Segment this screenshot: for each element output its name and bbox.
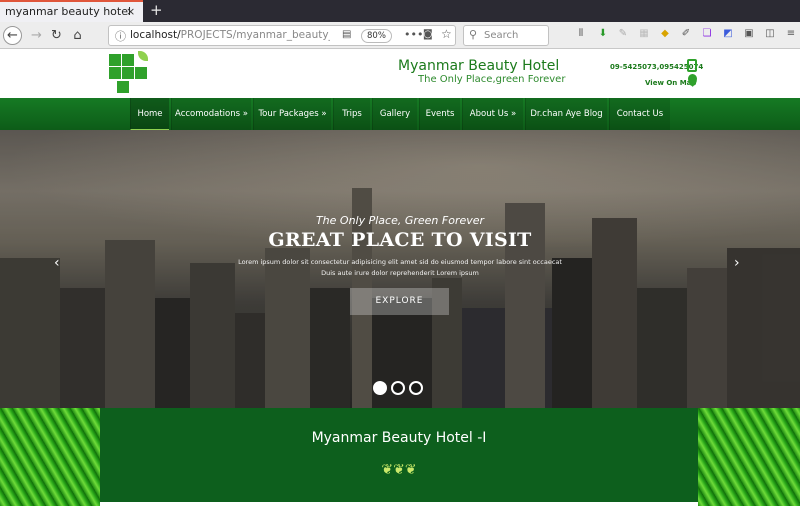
new-tab-button[interactable]: + xyxy=(150,1,163,19)
library-icon[interactable]: ⫴ xyxy=(575,28,587,40)
menu-icon[interactable]: ≡ xyxy=(785,28,797,40)
menu-events[interactable]: Events xyxy=(419,98,460,130)
palm-leaf-left xyxy=(0,408,100,506)
welcome-panel xyxy=(100,408,698,506)
menu-trips[interactable]: Trips xyxy=(333,98,370,130)
logo-square xyxy=(122,67,134,79)
url-text[interactable]: localhost/PROJECTS/myanmar_beauty_up xyxy=(130,29,330,41)
menu-tour-packages[interactable]: Tour Packages » xyxy=(253,98,331,130)
page-actions-icon[interactable]: ••• xyxy=(404,28,423,41)
url-host: localhost/ xyxy=(130,29,181,41)
slider-dot-2[interactable] xyxy=(391,381,405,395)
menu-contact-us[interactable]: Contact Us xyxy=(609,98,670,130)
slider-prev-icon[interactable]: ‹ xyxy=(54,255,60,271)
back-button[interactable]: ← xyxy=(3,26,22,45)
pen-extension-icon[interactable]: ✎ xyxy=(617,28,629,40)
logo-square xyxy=(109,54,121,66)
menu-home[interactable]: Home xyxy=(130,98,169,130)
logo-square xyxy=(122,54,134,66)
hotel-tagline: The Only Place,green Forever xyxy=(418,74,566,85)
explore-button[interactable]: EXPLORE xyxy=(350,288,449,315)
menu-gallery[interactable]: Gallery xyxy=(372,98,417,130)
tab-title: myanmar beauty hotel xyxy=(5,5,132,18)
eyedropper-extension-icon[interactable]: ✐ xyxy=(680,28,692,40)
search-bar[interactable]: ⚲ Search xyxy=(463,25,549,46)
hotel-logo[interactable] xyxy=(109,51,149,96)
screenshot-icon[interactable]: ▣ xyxy=(743,28,755,40)
section-title: Myanmar Beauty Hotel -I xyxy=(311,430,487,446)
phone-icon xyxy=(687,59,697,72)
hero-text-line-2: Duis aute irure dolor reprehenderit Lore… xyxy=(321,269,479,277)
info-icon[interactable]: ⓘ xyxy=(115,28,126,44)
hero-subtitle: The Only Place, Green Forever xyxy=(315,214,485,227)
sidebar-icon[interactable]: ◫ xyxy=(764,28,776,40)
logo-square xyxy=(117,81,129,93)
forward-button[interactable]: → xyxy=(27,26,46,45)
browser-tab-bar: myanmar beauty hotel × + xyxy=(0,0,800,22)
url-path: PROJECTS/myanmar_beauty_up xyxy=(180,29,330,41)
logo-square xyxy=(109,67,121,79)
hero-title: GREAT PLACE TO VISIT xyxy=(268,229,532,251)
shield-extension-icon[interactable]: ◆ xyxy=(659,28,671,40)
search-icon: ⚲ xyxy=(469,28,478,41)
home-button[interactable]: ⌂ xyxy=(68,26,87,45)
download-extension-icon[interactable]: ⬇ xyxy=(597,28,609,40)
reload-button[interactable]: ↻ xyxy=(47,26,66,45)
reader-view-icon[interactable]: ▤ xyxy=(342,29,351,40)
bookmark-star-icon[interactable]: ☆ xyxy=(441,27,452,41)
search-input[interactable]: Search xyxy=(484,30,518,41)
browser-nav-bar: ← → ↻ ⌂ ⓘ localhost/PROJECTS/myanmar_bea… xyxy=(0,22,800,49)
logo-square xyxy=(135,67,147,79)
url-bar[interactable]: ⓘ localhost/PROJECTS/myanmar_beauty_up ▤… xyxy=(108,25,456,46)
content-strip xyxy=(100,502,698,506)
browser-tab[interactable]: myanmar beauty hotel × xyxy=(0,0,143,22)
pocket-icon[interactable]: ◙ xyxy=(423,29,433,40)
ornament-divider: ❦❦❦ xyxy=(381,462,417,478)
tab-close-icon[interactable]: × xyxy=(126,5,135,18)
zoom-indicator[interactable]: 80% xyxy=(361,29,392,43)
purple-extension-icon[interactable]: ❏ xyxy=(701,28,713,40)
menu-accomodations[interactable]: Accomodations » xyxy=(171,98,251,130)
menu-about-us[interactable]: About Us » xyxy=(462,98,523,130)
palm-leaf-right xyxy=(698,408,800,506)
blue-extension-icon[interactable]: ◩ xyxy=(722,28,734,40)
hotel-title: Myanmar Beauty Hotel xyxy=(398,58,560,74)
slider-dot-1[interactable] xyxy=(373,381,387,395)
slider-next-icon[interactable]: › xyxy=(734,255,740,271)
slider-dot-3[interactable] xyxy=(409,381,423,395)
grid-extension-icon[interactable]: ▦ xyxy=(638,28,650,40)
hero-text-line-1: Lorem ipsum dolor sit consectetur adipis… xyxy=(238,258,562,266)
menu-blog[interactable]: Dr.chan Aye Blog xyxy=(525,98,607,130)
